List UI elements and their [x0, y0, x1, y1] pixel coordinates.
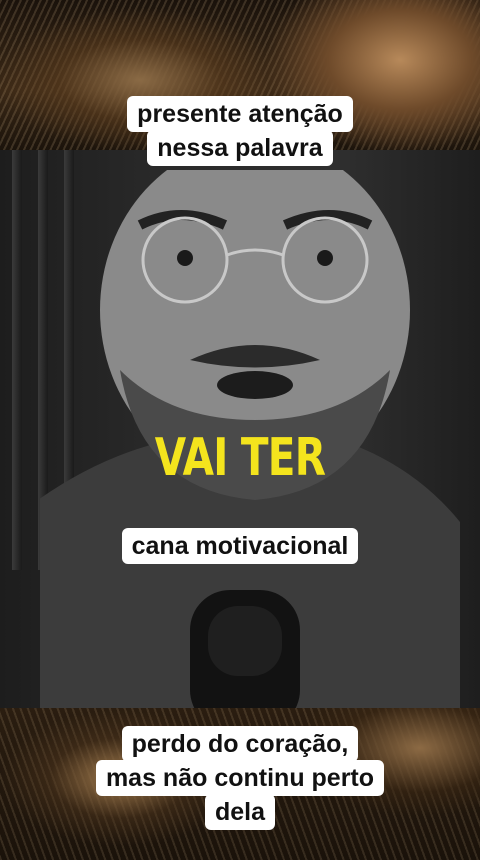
caption-line: perdo do coração, [121, 726, 359, 762]
caption-line: cana motivacional [121, 528, 359, 564]
caption-line: nessa palavra [147, 130, 333, 166]
caption-line: dela [204, 794, 276, 830]
caption-top: presente atenção nessa palavra [0, 96, 480, 166]
video-frame[interactable]: presente atenção nessa palavra VAI TER c… [0, 0, 480, 860]
caption-line: presente atenção [127, 96, 353, 132]
caption-line: mas não continu perto [95, 760, 385, 796]
headline-overlay: VAI TER [154, 428, 326, 488]
wall-slat [12, 150, 22, 570]
caption-bottom: perdo do coração, mas não continu perto … [0, 726, 480, 830]
caption-middle: cana motivacional [0, 528, 480, 564]
